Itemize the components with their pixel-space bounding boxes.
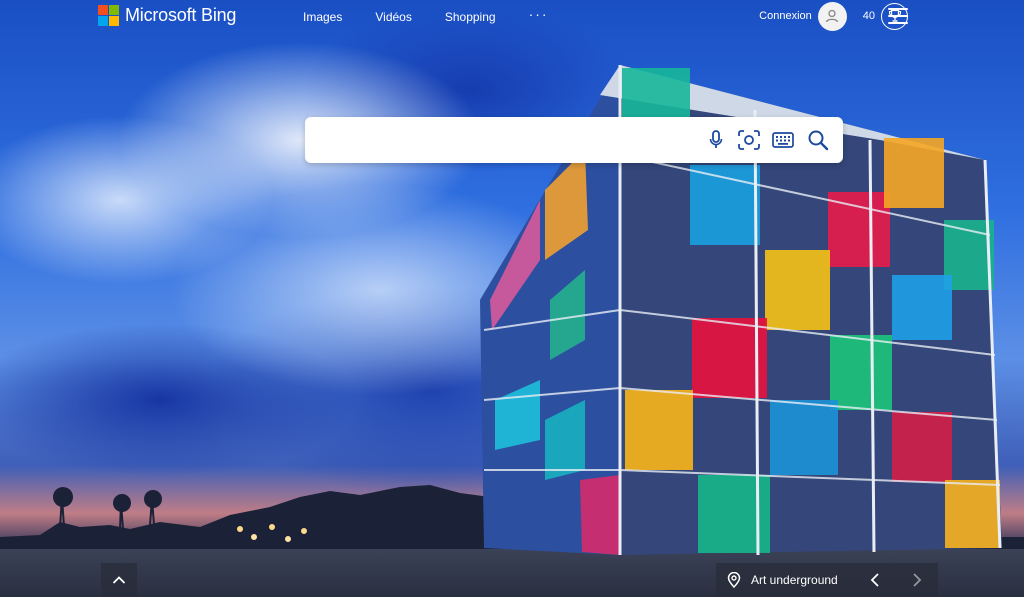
nav-images[interactable]: Images (303, 10, 342, 24)
search-icon[interactable] (807, 129, 829, 151)
visual-search-icon[interactable] (738, 129, 760, 151)
signin-link[interactable]: Connexion (759, 10, 812, 22)
logo-square-green (109, 4, 119, 15)
logo-square-yellow (109, 15, 119, 26)
logo-square-red (98, 4, 108, 15)
microsoft-logo-icon (98, 4, 119, 26)
previous-image-chevron-icon[interactable] (868, 572, 884, 588)
chevron-up-icon (112, 576, 126, 584)
rewards-points[interactable]: 40 (863, 10, 875, 22)
menu-bar (888, 15, 908, 17)
header: Microsoft Bing Images Vidéos Shopping ··… (0, 0, 1024, 36)
image-info-bar: Art underground (716, 563, 938, 597)
nav-more-button[interactable]: ··· (529, 6, 549, 24)
street-lights (237, 524, 307, 542)
keyboard-icon[interactable] (772, 129, 794, 151)
bing-logo[interactable]: Microsoft Bing (98, 4, 236, 26)
user-icon (826, 9, 839, 23)
microphone-icon[interactable] (705, 129, 727, 151)
avatar[interactable] (817, 1, 847, 31)
logo-square-blue (98, 15, 108, 26)
next-image-chevron-icon[interactable] (908, 572, 924, 588)
location-pin-icon (727, 572, 741, 588)
image-title-link[interactable]: Art underground (751, 573, 838, 587)
hamburger-menu-icon[interactable] (888, 8, 908, 24)
account-area: Connexion 40 (759, 1, 908, 31)
expand-feed-button[interactable] (101, 563, 137, 597)
top-nav: Images Vidéos Shopping ··· (303, 6, 582, 24)
city-silhouette (0, 485, 1024, 557)
nav-videos[interactable]: Vidéos (375, 10, 411, 24)
search-input[interactable] (321, 125, 701, 155)
search-box (305, 117, 843, 163)
menu-bar (888, 22, 908, 24)
menu-bar (888, 8, 908, 10)
brand-name: Microsoft Bing (125, 4, 237, 25)
nav-shopping[interactable]: Shopping (445, 10, 496, 24)
